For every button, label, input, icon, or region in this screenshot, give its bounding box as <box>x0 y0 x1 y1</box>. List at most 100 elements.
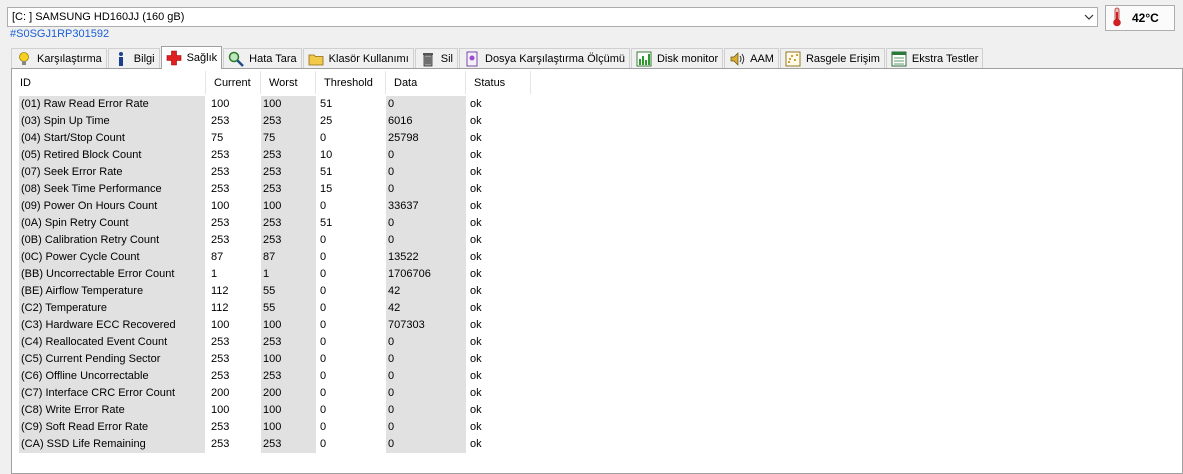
cell-data: 0 <box>386 351 466 368</box>
cell-current: 253 <box>211 353 230 365</box>
cell-id: (0C) Power Cycle Count <box>19 249 205 266</box>
table-row[interactable]: (BE) Airflow Temperature 112 55 0 42 ok <box>12 283 532 300</box>
table-row[interactable]: (C9) Soft Read Error Rate 253 100 0 0 ok <box>12 419 532 436</box>
cell-threshold: 0 <box>320 404 327 416</box>
cell-id: (C7) Interface CRC Error Count <box>19 385 205 402</box>
cell-status: ok <box>470 234 482 246</box>
drive-select[interactable]: [C: ] SAMSUNG HD160JJ (160 gB) <box>7 7 1098 27</box>
cell-worst: 55 <box>261 300 316 317</box>
table-row[interactable]: (C2) Temperature 112 55 0 42 ok <box>12 300 532 317</box>
cell-status: ok <box>470 98 482 110</box>
cell-data: 0 <box>386 368 466 385</box>
cell-current: 253 <box>211 421 230 433</box>
cell-current: 112 <box>211 285 229 297</box>
magnifier-icon <box>228 51 245 67</box>
cell-worst: 87 <box>261 249 316 266</box>
info-icon <box>113 51 129 67</box>
table-row[interactable]: (0A) Spin Retry Count 253 253 51 0 ok <box>12 215 532 232</box>
cell-data: 707303 <box>386 317 466 334</box>
table-row[interactable]: (C8) Write Error Rate 100 100 0 0 ok <box>12 402 532 419</box>
tab-bilgi[interactable]: Bilgi <box>107 48 160 69</box>
cell-current: 100 <box>211 319 230 331</box>
cell-data: 0 <box>386 402 466 419</box>
cell-worst: 253 <box>261 334 316 351</box>
tab-rasgele-erisim[interactable]: Rasgele Erişim <box>779 48 885 69</box>
cell-current: 100 <box>211 200 230 212</box>
table-row[interactable]: (04) Start/Stop Count 75 75 0 25798 ok <box>12 130 532 147</box>
tab-karsilastirma[interactable]: Karşılaştırma <box>11 48 107 69</box>
cell-worst: 100 <box>261 351 316 368</box>
cell-id: (C6) Offline Uncorrectable <box>19 368 205 385</box>
cell-status: ok <box>470 319 482 331</box>
chevron-down-icon[interactable] <box>1080 8 1097 26</box>
tab-aam[interactable]: AAM <box>724 48 779 69</box>
table-row[interactable]: (C7) Interface CRC Error Count 200 200 0 0 ok <box>12 385 532 402</box>
tab-disk-monitor[interactable]: Disk monitor <box>630 48 724 69</box>
cell-threshold: 0 <box>320 251 327 263</box>
cell-worst: 253 <box>261 147 316 164</box>
cell-current: 253 <box>211 217 230 229</box>
lightbulb-icon <box>16 51 32 67</box>
cell-id: (09) Power On Hours Count <box>19 198 205 215</box>
table-row[interactable]: (CA) SSD Life Remaining 253 253 0 0 ok <box>12 436 532 453</box>
cell-threshold: 0 <box>320 336 327 348</box>
column-header-threshold[interactable]: Threshold <box>316 71 386 94</box>
smart-attributes-list[interactable]: ID Current Worst Threshold Data Status (… <box>11 68 1183 474</box>
table-row[interactable]: (C3) Hardware ECC Recovered 100 100 0 707303… <box>12 317 532 334</box>
cell-worst: 100 <box>261 419 316 436</box>
cell-worst: 100 <box>261 198 316 215</box>
table-row[interactable]: (08) Seek Time Performance 253 253 15 0 ok <box>12 181 532 198</box>
cell-threshold: 0 <box>320 200 327 212</box>
cell-status: ok <box>470 370 482 382</box>
cell-threshold: 0 <box>320 370 327 382</box>
tab-saglik[interactable]: Sağlık <box>160 46 223 69</box>
column-header-id[interactable]: ID <box>12 71 206 94</box>
column-header-current[interactable]: Current <box>206 71 261 94</box>
cell-status: ok <box>470 353 482 365</box>
cell-threshold: 10 <box>320 149 333 161</box>
table-row[interactable]: (BB) Uncorrectable Error Count 1 1 0 1706706… <box>12 266 532 283</box>
tab-dosya-karsilastirma[interactable]: Dosya Karşılaştırma Ölçümü <box>459 48 630 69</box>
cell-threshold: 51 <box>320 166 333 178</box>
cell-data: 0 <box>386 147 466 164</box>
cell-threshold: 0 <box>320 132 327 144</box>
cell-status: ok <box>470 200 482 212</box>
table-row[interactable]: (07) Seek Error Rate 253 253 51 0 ok <box>12 164 532 181</box>
table-row[interactable]: (C4) Reallocated Event Count 253 253 0 0 ok <box>12 334 532 351</box>
cell-id: (BB) Uncorrectable Error Count <box>19 266 205 283</box>
cell-data: 33637 <box>386 198 466 215</box>
cell-worst: 100 <box>261 402 316 419</box>
column-header-data[interactable]: Data <box>386 71 466 94</box>
cell-status: ok <box>470 438 482 450</box>
cell-data: 1706706 <box>386 266 466 283</box>
cell-current: 253 <box>211 183 230 195</box>
tab-hata-tara[interactable]: Hata Tara <box>223 48 302 69</box>
table-row[interactable]: (03) Spin Up Time 253 253 25 6016 ok <box>12 113 532 130</box>
red-cross-icon <box>166 50 182 66</box>
cell-worst: 200 <box>261 385 316 402</box>
tab-klasor-kullanimi[interactable]: Klasör Kullanımı <box>302 48 414 69</box>
table-row[interactable]: (0C) Power Cycle Count 87 87 0 13522 ok <box>12 249 532 266</box>
cell-current: 112 <box>211 302 229 314</box>
tab-sil[interactable]: Sil <box>414 48 458 69</box>
cell-id: (0A) Spin Retry Count <box>19 215 205 232</box>
column-header-status[interactable]: Status <box>466 71 531 94</box>
table-row[interactable]: (0B) Calibration Retry Count 253 253 0 0 ok <box>12 232 532 249</box>
cell-id: (01) Raw Read Error Rate <box>19 96 205 113</box>
table-row[interactable]: (05) Retired Block Count 253 253 10 0 ok <box>12 147 532 164</box>
cell-status: ok <box>470 387 482 399</box>
cell-id: (C9) Soft Read Error Rate <box>19 419 205 436</box>
table-row[interactable]: (01) Raw Read Error Rate 100 100 51 0 ok <box>12 96 532 113</box>
cell-status: ok <box>470 251 482 263</box>
table-row[interactable]: (09) Power On Hours Count 100 100 0 33637 ok <box>12 198 532 215</box>
monitor-chart-icon <box>636 51 652 67</box>
cell-data: 13522 <box>386 249 466 266</box>
column-header-worst[interactable]: Worst <box>261 71 316 94</box>
table-row[interactable]: (C6) Offline Uncorrectable 253 253 0 0 ok <box>12 368 532 385</box>
cell-data: 42 <box>386 283 466 300</box>
cell-id: (BE) Airflow Temperature <box>19 283 205 300</box>
cell-threshold: 0 <box>320 285 327 297</box>
file-benchmark-icon <box>464 51 480 67</box>
tab-ekstra-testler[interactable]: Ekstra Testler <box>885 48 984 69</box>
table-row[interactable]: (C5) Current Pending Sector 253 100 0 0 ok <box>12 351 532 368</box>
